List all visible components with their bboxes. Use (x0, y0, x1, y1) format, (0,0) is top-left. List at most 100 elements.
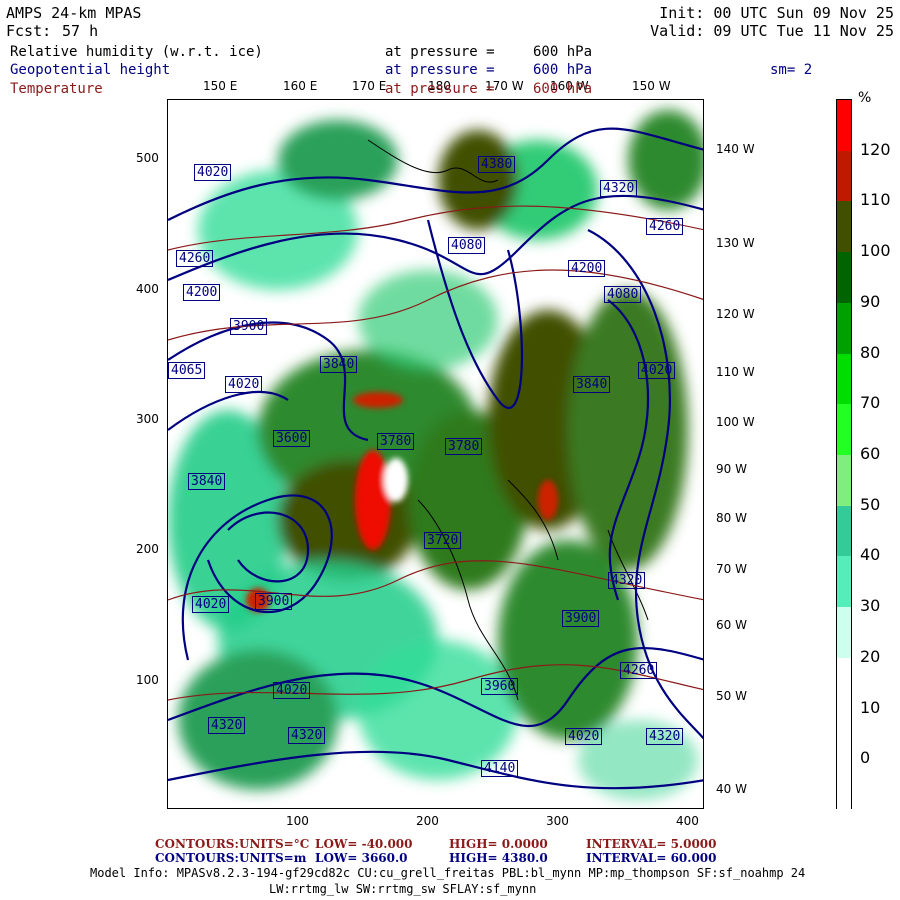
height-contour-label: 4020 (225, 376, 263, 393)
field-height-name: Geopotential height (10, 62, 171, 78)
colorbar-label: 10 (860, 697, 881, 717)
field-height-pressure-value: 600 hPa (533, 62, 593, 78)
y-axis-label: 100 (136, 673, 159, 687)
smoothing-label: sm= 2 (770, 62, 813, 78)
field-height-pressure-label: at pressure = (385, 62, 495, 78)
height-contour-label: 4020 (565, 728, 603, 745)
field-temp-name: Temperature (10, 81, 103, 97)
height-contour-label: 4140 (481, 760, 519, 777)
top-lon-label: 150 W (632, 79, 671, 93)
height-low: LOW= 3660.0 (315, 851, 408, 865)
colorbar-label: 50 (860, 494, 881, 514)
colorbar-segment (837, 252, 851, 303)
colorbar-segment (837, 759, 851, 810)
colorbar-segment (837, 302, 851, 354)
right-lon-label: 130 W (716, 236, 755, 250)
right-lon-label: 120 W (716, 307, 755, 321)
height-high: HIGH= 4380.0 (449, 851, 548, 865)
temp-high: HIGH= 0.0000 (449, 837, 548, 851)
height-contour-label: 3900 (230, 318, 268, 335)
colorbar-segment (837, 708, 851, 760)
colorbar-label: 40 (860, 545, 881, 565)
forecast-label: Fcst: (6, 22, 52, 40)
right-lon-label: 90 W (716, 462, 747, 476)
init-time: Init: 00 UTC Sun 09 Nov 25 (659, 4, 894, 22)
right-lon-label: 100 W (716, 415, 755, 429)
height-contour-label: 4320 (600, 180, 638, 197)
forecast-value: 57 h (62, 22, 99, 40)
y-axis-label: 200 (136, 542, 159, 556)
colorbar-unit: % (858, 90, 872, 106)
field-temp-pressure-label: at pressure = (385, 81, 495, 97)
height-contour-label: 4020 (638, 362, 676, 379)
colorbar-segment (837, 505, 851, 557)
height-contour-label: 3900 (562, 610, 600, 627)
height-contour-label: 4320 (288, 727, 326, 744)
right-lon-label: 70 W (716, 562, 747, 576)
colorbar-segment (837, 455, 851, 506)
field-rh-pressure-value: 600 hPa (533, 44, 593, 60)
height-contour-label: 3720 (424, 532, 462, 549)
colorbar-segment (837, 201, 851, 253)
height-contour-label: 4260 (646, 218, 684, 235)
height-contour-label: 4065 (168, 362, 206, 379)
right-lon-label: 60 W (716, 618, 747, 632)
height-contour-label: 4020 (192, 596, 230, 613)
colorbar-segment (837, 404, 851, 455)
field-rh-pressure-label: at pressure = (385, 44, 495, 60)
height-contour-label: 4020 (194, 164, 232, 181)
colorbar-label: 110 (860, 190, 891, 210)
height-contour-label: 3600 (273, 430, 311, 447)
height-contour-label: 3840 (573, 376, 611, 393)
colorbar-segment (837, 353, 851, 405)
temp-interval: INTERVAL= 5.0000 (586, 837, 717, 851)
colorbar (836, 99, 852, 810)
height-contour-label: 3900 (255, 593, 293, 610)
colorbar-label: 30 (860, 596, 881, 616)
right-lon-label: 80 W (716, 511, 747, 525)
field-rh-name: Relative humidity (w.r.t. ice) (10, 44, 263, 60)
y-axis-label: 400 (136, 282, 159, 296)
height-contour-label: 4380 (478, 156, 516, 173)
height-contour-label: 4320 (208, 717, 246, 734)
temp-contours-label: CONTOURS: (155, 837, 239, 851)
model-info-line2: LW:rrtmg_lw SW:rrtmg_sw SFLAY:sf_mynn (269, 882, 537, 896)
height-contour-label: 4080 (604, 286, 642, 303)
top-lon-label: 170 E (352, 79, 387, 93)
height-contour-label: 4200 (568, 260, 606, 277)
field-temp-pressure-value: 600 hPa (533, 81, 593, 97)
model-title: AMPS 24-km MPAS (6, 4, 142, 22)
x-axis-label: 400 (676, 814, 699, 828)
map-field (168, 100, 703, 808)
colorbar-label: 0 (860, 748, 871, 768)
x-axis-label: 100 (286, 814, 309, 828)
colorbar-label: 120 (860, 139, 891, 159)
x-axis-label: 200 (416, 814, 439, 828)
colorbar-label: 100 (860, 241, 891, 261)
right-lon-label: 140 W (716, 142, 755, 156)
height-contour-label: 4020 (273, 682, 311, 699)
top-lon-label: 150 E (203, 79, 238, 93)
height-contour-label: 4260 (620, 662, 658, 679)
height-units: UNITS=m (239, 851, 307, 865)
right-lon-label: 40 W (716, 782, 747, 796)
colorbar-label: 80 (860, 342, 881, 362)
height-contours-label: CONTOURS: (155, 851, 239, 865)
colorbar-label: 90 (860, 291, 881, 311)
colorbar-segment (837, 150, 851, 202)
height-contour-label: 3840 (320, 356, 358, 373)
colorbar-segment (837, 556, 851, 608)
colorbar-segment (837, 100, 851, 151)
colorbar-label: 20 (860, 646, 881, 666)
x-axis-label: 300 (546, 814, 569, 828)
temp-low: LOW= -40.000 (315, 837, 413, 851)
temp-units: UNITS=°C (239, 837, 310, 851)
top-lon-label: 160 E (283, 79, 318, 93)
height-contour-label: 4260 (176, 250, 214, 267)
colorbar-label: 70 (860, 393, 881, 413)
colorbar-segment (837, 657, 851, 709)
height-contour-label: 3780 (377, 433, 415, 450)
height-contour-label: 3840 (188, 473, 226, 490)
height-contour-label: 4320 (646, 728, 684, 745)
height-contour-label: 4320 (608, 572, 646, 589)
